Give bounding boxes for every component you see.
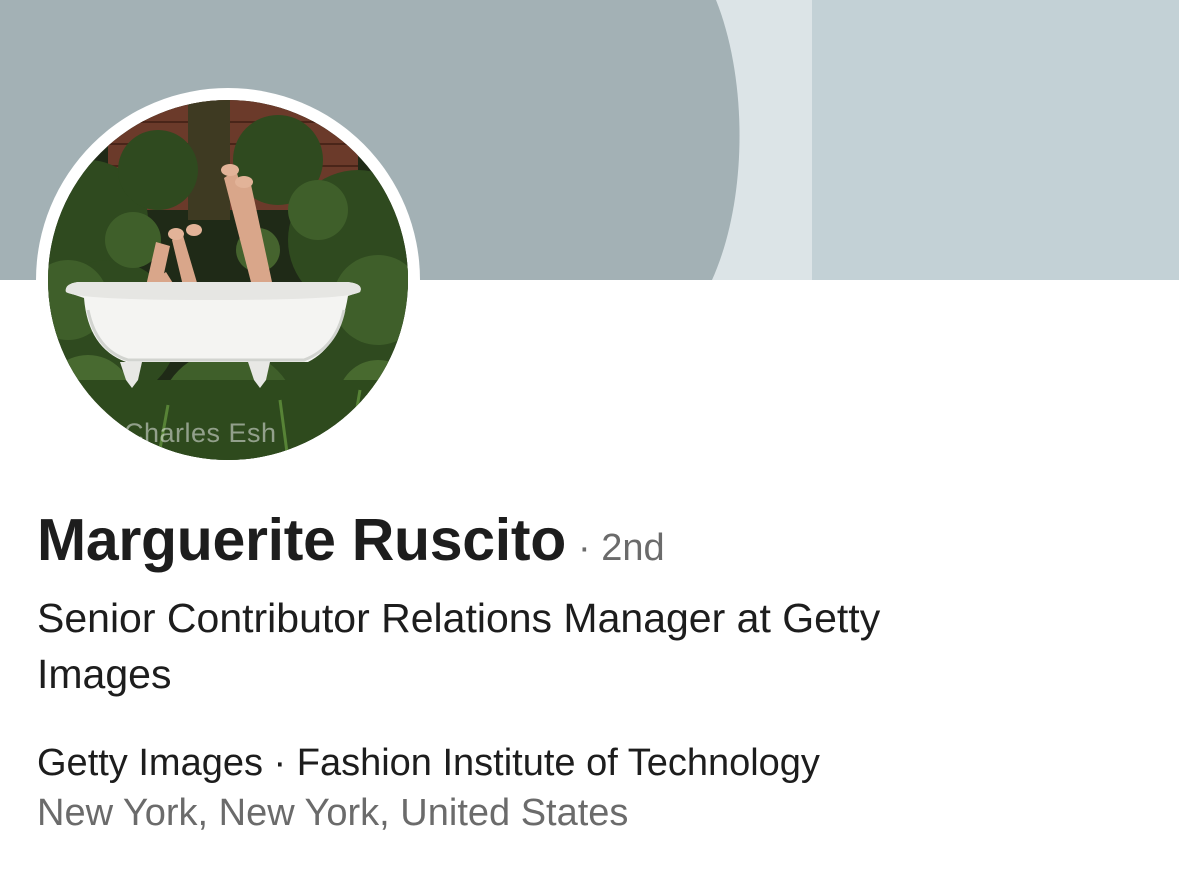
- avatar-watermark: Charles Esh: [124, 418, 277, 448]
- bathtub-in-garden-photo: [48, 100, 408, 460]
- profile-location: New York, New York, United States: [37, 792, 629, 834]
- avatar-photo: Charles Esh: [48, 100, 408, 460]
- profile-affiliation[interactable]: Getty Images · Fashion Institute of Tech…: [37, 738, 820, 788]
- connection-degree: · 2nd: [577, 527, 665, 569]
- profile-headline: Senior Contributor Relations Manager at …: [37, 595, 881, 697]
- profile-avatar[interactable]: Charles Esh: [36, 88, 420, 472]
- profile-name: Marguerite Ruscito: [37, 507, 566, 573]
- name-row: Marguerite Ruscito · 2nd: [37, 506, 665, 574]
- profile-page: Charles Esh Marguerite Ruscito · 2nd Sen…: [0, 0, 1179, 869]
